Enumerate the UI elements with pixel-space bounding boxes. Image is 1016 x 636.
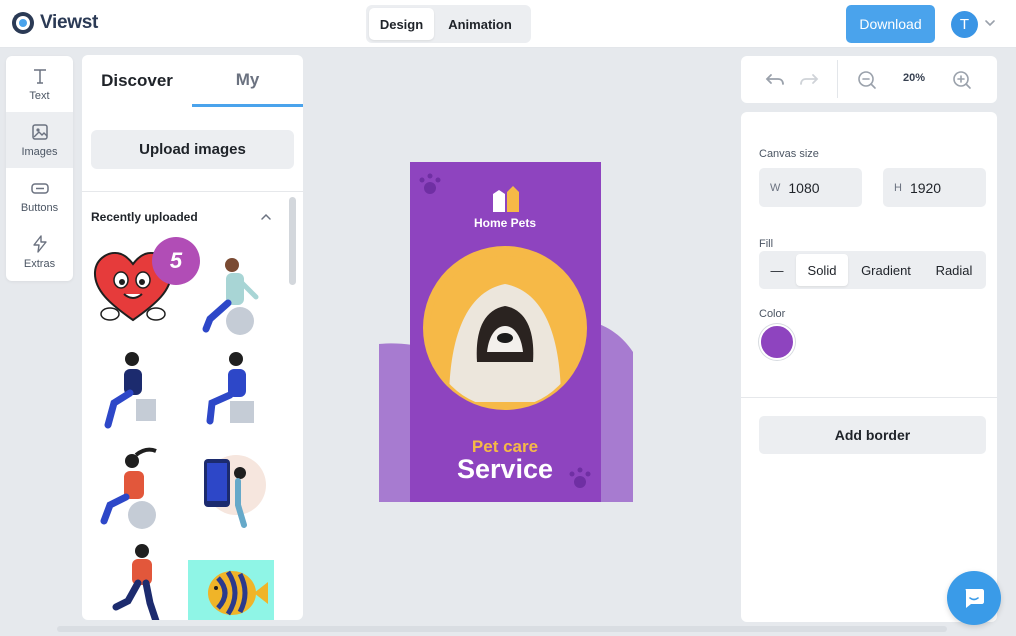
download-button[interactable]: Download [846, 5, 935, 43]
tool-label: Text [29, 90, 50, 102]
zoom-toolbar: 20% [741, 56, 997, 103]
color-swatch[interactable] [759, 324, 795, 360]
divider [741, 397, 997, 398]
canvas-size-label: Canvas size [759, 148, 819, 160]
width-field[interactable]: W 1080 [759, 168, 862, 207]
images-panel: Discover My Upload images Recently uploa… [82, 55, 303, 620]
height-value: 1920 [909, 179, 942, 196]
undo-icon[interactable] [763, 68, 787, 92]
chevron-up-icon[interactable] [260, 211, 272, 223]
zoom-level: 20% [902, 72, 926, 84]
phone-people-illustration[interactable] [190, 445, 276, 531]
chat-button[interactable] [947, 571, 1001, 625]
sitting-woman-illustration[interactable] [190, 347, 276, 433]
zoom-in-icon[interactable] [950, 68, 974, 92]
tool-images[interactable]: Images [6, 112, 73, 168]
tool-text[interactable]: Text [6, 56, 73, 112]
tab-my[interactable]: My [192, 55, 303, 107]
fill-solid-option[interactable]: Solid [796, 254, 848, 286]
zoom-out-icon[interactable] [855, 68, 879, 92]
tab-design[interactable]: Design [369, 8, 434, 40]
fish-photo-thumbnail[interactable] [188, 550, 274, 620]
tab-animation[interactable]: Animation [434, 8, 526, 40]
sitting-man-illustration[interactable] [90, 347, 176, 433]
app-name: Viewst [40, 12, 99, 33]
woman-on-ball-illustration[interactable] [90, 445, 176, 531]
button-icon [30, 183, 49, 194]
tool-extras[interactable]: Extras [6, 224, 73, 280]
width-prefix: W [770, 181, 781, 194]
color-label: Color [759, 308, 786, 320]
fill-radial-option[interactable]: Radial [925, 254, 983, 286]
text-icon [33, 69, 46, 84]
sitting-doctor-illustration[interactable] [190, 253, 276, 339]
chevron-down-icon[interactable] [983, 16, 997, 30]
horizontal-scrollbar[interactable] [57, 626, 947, 632]
mode-switch: Design Animation [366, 5, 531, 43]
dog-photo [429, 256, 581, 408]
upload-images-button[interactable]: Upload images [91, 130, 294, 169]
redo-icon[interactable] [797, 68, 821, 92]
height-field[interactable]: H 1920 [883, 168, 986, 207]
tool-rail: Text Images Buttons Extras [6, 56, 73, 281]
design-canvas[interactable]: Home Pets Pet care Service [379, 162, 633, 502]
panel-tabs: Discover My [82, 55, 303, 107]
tool-label: Images [21, 146, 58, 158]
tool-label: Buttons [20, 202, 59, 214]
app-logo[interactable]: Viewst [10, 10, 98, 36]
chat-icon [965, 589, 984, 608]
user-avatar[interactable]: T [951, 11, 978, 38]
divider [82, 191, 303, 192]
divider [837, 60, 838, 98]
tool-label: Extras [23, 258, 56, 270]
section-title: Recently uploaded [91, 210, 198, 224]
fill-type-selector: — Solid Gradient Radial [759, 251, 986, 289]
panel-scrollbar[interactable] [289, 197, 296, 285]
fill-gradient-option[interactable]: Gradient [851, 254, 921, 286]
properties-panel: Canvas size W 1080 H 1920 Fill — Solid G… [741, 112, 997, 622]
fill-label: Fill [759, 238, 774, 250]
top-bar: Viewst Design Animation Download T [0, 0, 1016, 48]
width-value: 1080 [788, 179, 820, 196]
add-border-button[interactable]: Add border [759, 416, 986, 454]
viewst-logo-icon [12, 12, 34, 34]
height-prefix: H [894, 181, 902, 194]
image-icon [31, 124, 48, 140]
lightning-icon [32, 235, 47, 253]
fill-none-option[interactable]: — [762, 254, 792, 286]
headline-large: Service [457, 454, 553, 484]
tool-buttons[interactable]: Buttons [6, 168, 73, 224]
tab-discover[interactable]: Discover [82, 55, 192, 107]
brand-name: Home Pets [474, 216, 536, 230]
running-woman-illustration[interactable] [90, 541, 176, 620]
